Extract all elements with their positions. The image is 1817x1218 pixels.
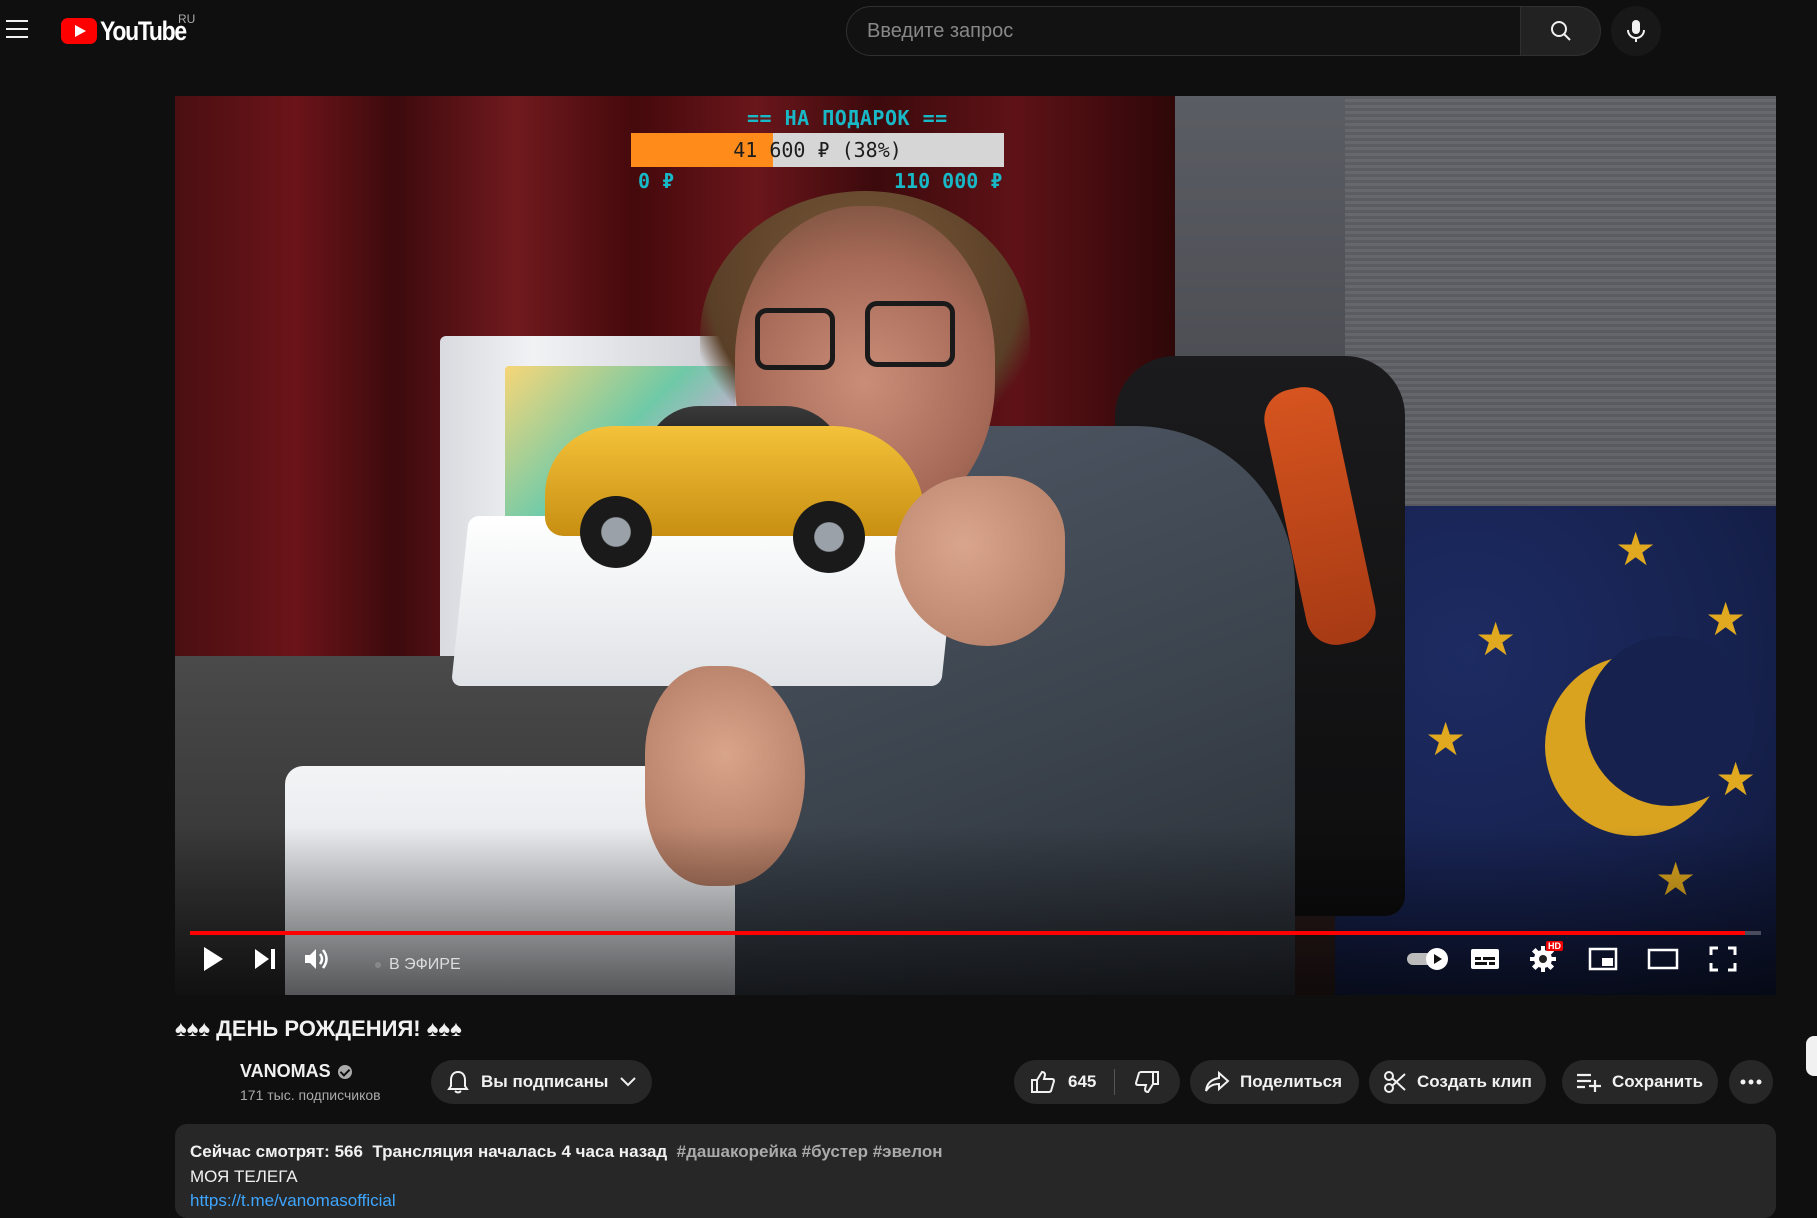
channel-name[interactable]: VANOMAS [240, 1061, 331, 1082]
settings-button[interactable]: HD [1523, 941, 1563, 977]
seek-bar-fill [190, 931, 1746, 935]
theater-mode-button[interactable] [1643, 941, 1683, 977]
theater-mode-icon [1647, 948, 1679, 970]
chevron-down-icon [620, 1077, 637, 1087]
share-label: Поделиться [1240, 1072, 1343, 1091]
fullscreen-icon [1709, 946, 1737, 972]
description-text: МОЯ ТЕЛЕГА [190, 1167, 298, 1186]
subscribed-label: Вы подписаны [481, 1072, 609, 1091]
create-clip-label: Создать клип [1417, 1072, 1532, 1091]
search-input[interactable] [847, 7, 1520, 55]
video-glasses-right [865, 301, 955, 367]
viewer-count: Сейчас смотрят: 566 [190, 1142, 363, 1161]
autoplay-icon [1407, 948, 1448, 970]
play-button[interactable] [195, 941, 231, 977]
more-actions-button[interactable] [1729, 1060, 1773, 1104]
channel-avatar[interactable] [175, 1059, 223, 1107]
hd-badge: HD [1546, 941, 1563, 951]
thumbs-down-icon [1134, 1071, 1159, 1094]
video-star: ★ [1715, 753, 1757, 805]
verified-icon [337, 1064, 352, 1079]
donation-min-label: 0 ₽ [638, 169, 675, 193]
description-box[interactable] [175, 1124, 1776, 1218]
voice-search-button[interactable] [1611, 6, 1661, 56]
channel-name-row[interactable]: VANOMAS [240, 1061, 352, 1082]
autoplay-toggle[interactable] [1403, 941, 1453, 977]
video-car-wheel [793, 501, 865, 573]
logo-text: YouTube [100, 15, 187, 46]
save-button[interactable]: Сохранить [1562, 1060, 1718, 1104]
donation-max-label: 110 000 ₽ [894, 169, 1003, 193]
microphone-icon [1627, 20, 1645, 42]
live-label: В ЭФИРЕ [389, 956, 461, 973]
subtitles-button[interactable] [1465, 941, 1505, 977]
video-star: ★ [1475, 613, 1517, 665]
video-tray [451, 516, 959, 686]
seek-bar[interactable] [190, 931, 1761, 935]
donation-progress-bar: 41 600 ₽ (38%) [631, 133, 1004, 167]
like-dislike-group: 645 [1014, 1060, 1180, 1104]
menu-icon[interactable] [6, 20, 28, 38]
share-icon [1205, 1071, 1230, 1092]
video-acoustic-panel [1345, 96, 1776, 516]
miniplayer-button[interactable] [1583, 941, 1623, 977]
live-badge[interactable]: В ЭФИРЕ [375, 956, 461, 974]
save-label: Сохранить [1612, 1072, 1704, 1091]
video-star: ★ [1425, 713, 1467, 765]
like-count: 645 [1068, 1072, 1097, 1091]
video-player[interactable]: ★ ★ ★ ★ ★ ★ == НА ПОДАРОК == 41 600 ₽ (3… [175, 96, 1776, 995]
country-code: RU [178, 12, 196, 26]
playlist-add-icon [1577, 1073, 1601, 1092]
fullscreen-button[interactable] [1703, 941, 1743, 977]
subscribed-button[interactable]: Вы подписаны [431, 1060, 652, 1104]
scissors-icon [1384, 1071, 1406, 1093]
miniplayer-icon [1588, 947, 1618, 971]
donation-title: == НА ПОДАРОК == [747, 106, 948, 130]
live-dot-icon [375, 962, 381, 968]
subscriber-count: 171 тыс. подписчиков [240, 1087, 381, 1103]
volume-button[interactable] [297, 941, 337, 977]
description-meta: Сейчас смотрят: 566 Трансляция началась … [190, 1142, 942, 1162]
right-edge-button[interactable] [1806, 1036, 1817, 1076]
video-star: ★ [1615, 523, 1657, 575]
video-glasses-left [755, 308, 835, 370]
thumbs-up-icon [1031, 1070, 1056, 1093]
search-box [846, 6, 1521, 56]
video-title: ♠♠♠ ДЕНЬ РОЖДЕНИЯ! ♠♠♠ [175, 1016, 462, 1041]
play-icon [204, 947, 223, 971]
like-button[interactable]: 645 [1014, 1060, 1114, 1104]
create-clip-button[interactable]: Создать клип [1369, 1060, 1546, 1104]
dislike-button[interactable] [1115, 1060, 1179, 1104]
video-star: ★ [1705, 593, 1747, 645]
masthead: YouTube RU [0, 0, 1817, 64]
more-horizontal-icon [1740, 1079, 1762, 1085]
donation-progress-text: 41 600 ₽ (38%) [733, 138, 902, 162]
youtube-play-icon [61, 18, 97, 44]
search-icon [1550, 21, 1571, 41]
stream-started: Трансляция началась 4 часа назад [372, 1142, 668, 1161]
share-button[interactable]: Поделиться [1190, 1060, 1359, 1104]
next-icon [255, 949, 275, 969]
next-button[interactable] [247, 941, 283, 977]
video-car-wheel [580, 496, 652, 568]
search-button[interactable] [1521, 6, 1601, 56]
subtitles-icon [1471, 949, 1499, 969]
volume-icon [305, 949, 328, 969]
bell-icon [447, 1070, 469, 1094]
hashtags[interactable]: #дашакорейка #бустер #эвелон [677, 1142, 943, 1161]
telegram-link[interactable]: https://t.me/vanomasofficial [190, 1191, 396, 1211]
